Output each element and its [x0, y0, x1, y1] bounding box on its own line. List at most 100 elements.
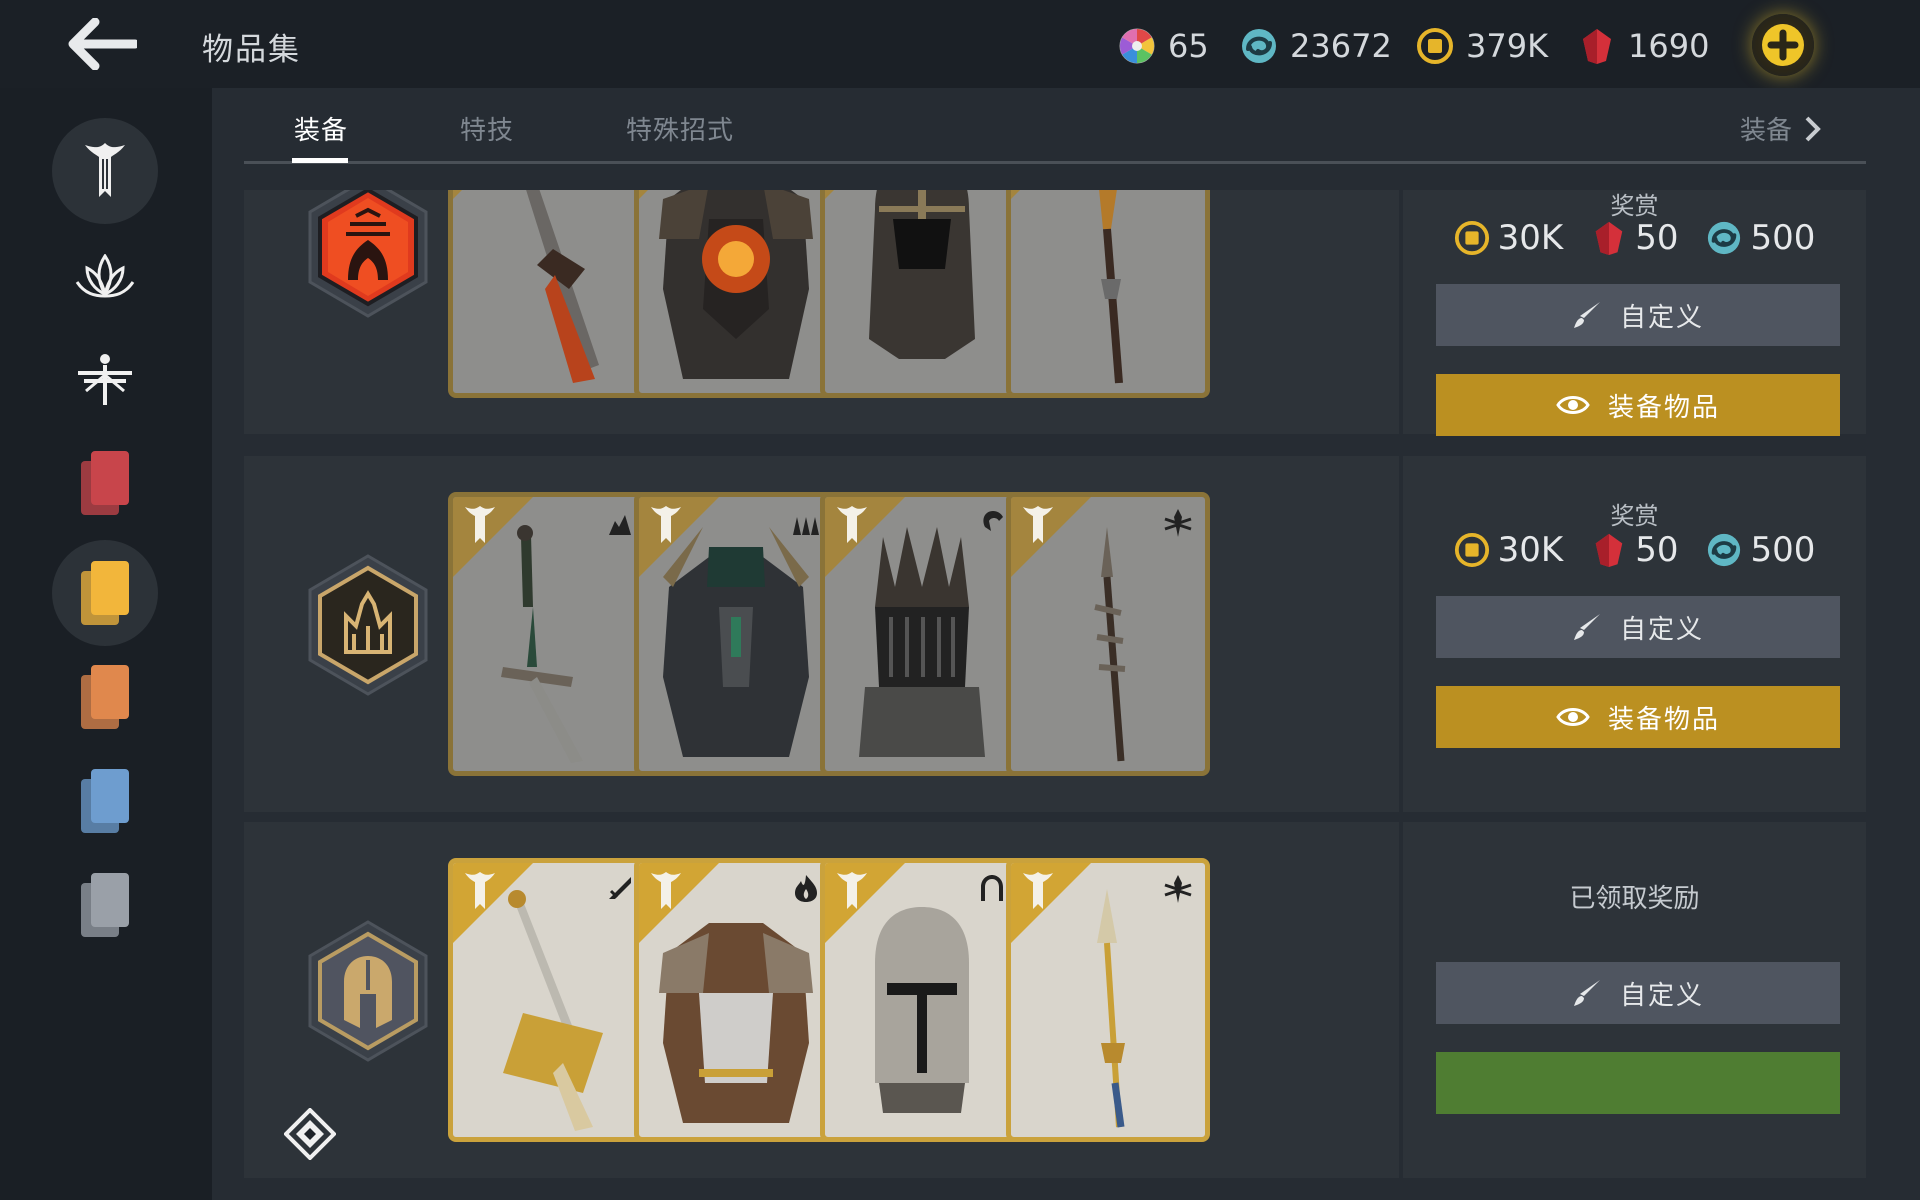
reward-label: 奖赏: [1610, 502, 1659, 530]
rarity-corner: [825, 190, 905, 199]
steel-swirl-icon: [1242, 29, 1276, 63]
category-sidebar: [0, 88, 212, 1200]
hero-emblem-icon: [1023, 872, 1053, 909]
hero-emblem-icon: [837, 872, 867, 909]
equip-label: 装备物品: [1607, 392, 1720, 423]
spear-type-icon: [1164, 509, 1192, 537]
equip-items-button[interactable]: 装备物品: [1436, 686, 1840, 748]
lotus-faction-icon: [75, 254, 135, 298]
equipped-status-button[interactable]: [1436, 1052, 1840, 1114]
gold-coin-icon: [1454, 532, 1489, 568]
item-card-gold-greatsword[interactable]: [448, 858, 652, 1142]
plus-icon: [1762, 24, 1804, 66]
customize-button[interactable]: 自定义: [1436, 962, 1840, 1024]
sidebar-item-hero[interactable]: [52, 118, 158, 224]
filter-label: 装备: [1739, 116, 1792, 146]
tab-equipment[interactable]: 装备: [294, 110, 348, 147]
tab-special-moves[interactable]: 特殊招式: [626, 110, 734, 147]
chevron-right-icon: [1805, 116, 1821, 141]
back-button[interactable]: [60, 14, 142, 74]
tab-feats[interactable]: 特技: [460, 110, 514, 147]
fire-spear-image: [1099, 190, 1123, 384]
item-card-flame-greatsword[interactable]: [448, 190, 652, 398]
reward-coins: 30K: [1497, 530, 1564, 570]
orange-cards-icon: [81, 665, 129, 729]
color-wheel-icon: [1119, 28, 1155, 64]
horseshoe-type-icon: [981, 875, 1003, 901]
reward-label: 奖赏: [1610, 192, 1659, 220]
hero-emblem-icon: [837, 506, 867, 543]
reward-gems: 50: [1635, 218, 1679, 258]
rarity-corner: [639, 190, 719, 199]
collection-list[interactable]: 奖赏 30K 50 500 自定义 装备物品 奖赏 30K 50 500 自定义…: [244, 190, 1866, 1200]
currency-gems: 1690: [1578, 24, 1709, 68]
equip-items-button[interactable]: 装备物品: [1436, 374, 1840, 436]
reward-amounts: 30K 50 500: [1403, 218, 1866, 258]
sidebar-item-red-cards[interactable]: [52, 430, 158, 536]
equipment-filter-button[interactable]: 装备: [1740, 110, 1822, 147]
reward-steel: 500: [1750, 218, 1816, 258]
add-currency-button[interactable]: [1752, 14, 1814, 76]
brush-icon: [1573, 302, 1600, 328]
molten-chest-armor-image: [659, 190, 813, 379]
reward-steel: 500: [1750, 530, 1816, 570]
gray-cards-icon: [81, 873, 129, 937]
sidebar-item-orange-cards[interactable]: [52, 644, 158, 750]
active-tab-indicator: [292, 158, 348, 163]
customize-button[interactable]: 自定义: [1436, 284, 1840, 346]
currency-coins: 379K: [1416, 24, 1548, 68]
item-card-gold-spear[interactable]: [1006, 858, 1210, 1142]
hero-emblem-icon: [651, 506, 681, 543]
flame-crown-badge-icon: [308, 190, 428, 318]
gems-value: 1690: [1628, 27, 1710, 65]
hero-emblem-icon: [465, 872, 495, 909]
steel-swirl-icon: [1708, 533, 1741, 567]
iron-crown-badge-icon: [308, 554, 428, 696]
coins-value: 379K: [1466, 27, 1549, 65]
yellow-cards-icon: [81, 561, 129, 625]
item-card-barbed-spear[interactable]: [1006, 492, 1210, 776]
eye-icon: [1556, 396, 1590, 414]
item-card-knight-helm[interactable]: [820, 858, 1024, 1142]
reward-amounts: 30K 50 500: [1403, 530, 1866, 570]
sidebar-item-yellow-cards[interactable]: [52, 540, 158, 646]
item-card-spiked-helm[interactable]: [820, 492, 1024, 776]
dragonfly-faction-icon: [78, 354, 132, 405]
customize-button[interactable]: 自定义: [1436, 596, 1840, 658]
greatsword-type-icon: [609, 877, 631, 899]
steel-value: 23672: [1290, 27, 1392, 65]
brush-icon: [1573, 980, 1600, 1006]
back-arrow-icon: [68, 18, 137, 70]
rarity-corner: [453, 190, 533, 199]
top-bar: 物品集 65 23672 379K 1690: [0, 0, 1920, 88]
item-card-leather-plate-armor[interactable]: [634, 858, 838, 1142]
currency-steel: 23672: [1240, 24, 1392, 68]
tab-bar: 装备 特技 特殊招式 装备: [244, 88, 1866, 164]
rarity-corner: [1011, 190, 1091, 199]
customize-label: 自定义: [1619, 302, 1704, 333]
item-card-warlord-chest-armor[interactable]: [634, 492, 838, 776]
eye-icon: [1556, 708, 1590, 726]
hero-emblem-icon: [465, 506, 495, 543]
chest-type-icon: [793, 517, 819, 535]
item-card-fire-spear[interactable]: [1006, 190, 1210, 398]
red-gem-icon: [1595, 533, 1623, 568]
red-cards-icon: [81, 451, 129, 515]
reward-claimed-label: 已领取奖励: [1569, 884, 1700, 914]
item-card-molten-chest-armor[interactable]: [634, 190, 838, 398]
flame-greatsword-image: [526, 190, 599, 383]
sidebar-item-blue-cards[interactable]: [52, 748, 158, 854]
gold-coin-icon: [1417, 28, 1453, 64]
page-title: 物品集: [202, 32, 301, 68]
item-card-dark-helm[interactable]: [820, 190, 1024, 398]
sidebar-item-dragonfly[interactable]: [52, 326, 158, 432]
hero-class-icon: [85, 143, 125, 197]
fire-type-icon: [795, 875, 817, 902]
steel-swirl-icon: [1708, 221, 1741, 255]
hero-emblem-icon: [1023, 506, 1053, 543]
sidebar-item-gray-cards[interactable]: [52, 852, 158, 958]
red-gem-icon: [1595, 221, 1623, 256]
sidebar-item-lotus[interactable]: [52, 224, 158, 330]
red-gem-icon: [1583, 29, 1611, 64]
item-card-jade-longsword[interactable]: [448, 492, 652, 776]
